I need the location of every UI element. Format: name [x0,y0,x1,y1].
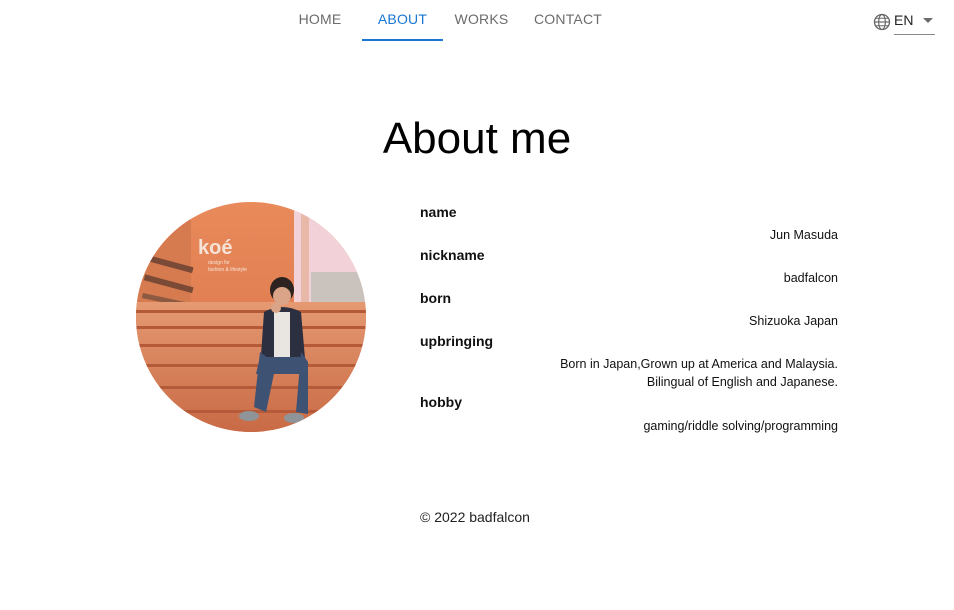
upbringing-value-line1: Born in Japan,Grown up at America and Ma… [560,357,838,371]
hobby-value: gaming/riddle solving/programming [643,419,838,433]
language-value: EN [894,12,914,28]
tab-contact[interactable]: CONTACT [527,0,609,42]
tab-works[interactable]: WORKS [449,0,514,42]
caret-down-icon [923,18,934,23]
photo-sign-subtext-1: design for [208,260,230,266]
upbringing-value-line2: Bilingual of English and Japanese. [646,375,838,389]
photo-sign-subtext-2: fashion & lifestyle [208,267,247,273]
nickname-value: badfalcon [783,271,838,285]
born-label: born [420,290,452,306]
top-nav: HOME ABOUT WORKS CONTACT [0,0,954,42]
tab-home[interactable]: HOME [290,0,350,42]
page-title: About me [382,114,572,163]
upbringing-label: upbringing [420,333,494,349]
language-field[interactable]: EN [894,10,935,35]
profile-photo: koé design for fashion & lifestyle [136,202,366,432]
tab-about[interactable]: ABOUT [362,0,443,42]
nickname-label: nickname [420,247,485,263]
hobby-label: hobby [420,394,462,410]
about-page: HOME ABOUT WORKS CONTACT EN About me koé… [0,0,954,610]
photo-sign-text: koé [198,237,232,259]
profile-photo-illustration: koé design for fashion & lifestyle [136,202,366,432]
globe-icon [873,13,891,31]
name-label: name [420,204,457,220]
language-select[interactable]: EN [872,9,935,35]
footer-copyright: © 2022 badfalcon [420,509,530,525]
born-value: Shizuoka Japan [749,314,838,328]
name-value: Jun Masuda [769,228,838,242]
active-tab-indicator [362,39,443,41]
